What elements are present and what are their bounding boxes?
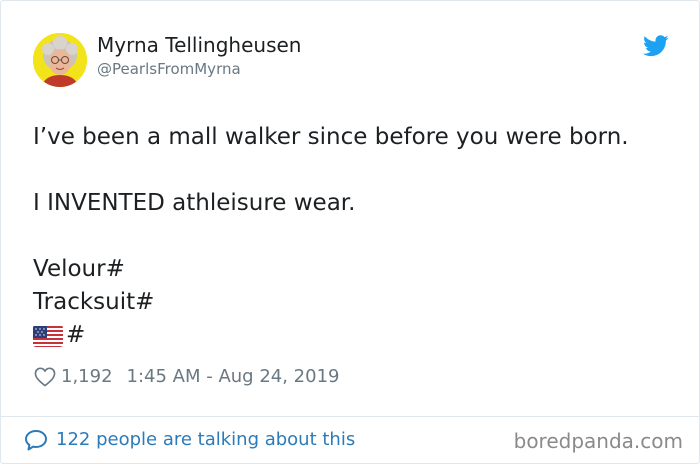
tweet-line: I’ve been a mall walker since before you… <box>33 124 629 150</box>
talking-link[interactable]: 122 people are talking about this <box>24 428 355 452</box>
handle[interactable]: @PearlsFromMyrna <box>97 59 241 79</box>
speech-bubble-icon <box>25 430 47 451</box>
us-flag-icon <box>33 325 63 347</box>
timestamp[interactable]: 1:45 AM - Aug 24, 2019 <box>127 365 340 389</box>
like-count[interactable]: 1,192 <box>61 365 113 389</box>
watermark: boredpanda.com <box>513 429 683 453</box>
heart-icon[interactable] <box>34 367 56 387</box>
divider <box>1 416 699 417</box>
talking-text: 122 people are talking about this <box>56 429 356 450</box>
hashtag[interactable]: # <box>66 319 85 352</box>
avatar[interactable] <box>33 33 87 87</box>
tweet-meta: 1,192 1:45 AM - Aug 24, 2019 <box>34 365 339 389</box>
tweet-card: Myrna Tellingheusen @PearlsFromMyrna I’v… <box>0 0 700 464</box>
twitter-bird-icon[interactable] <box>643 35 669 57</box>
tweet-text: I’ve been a mall walker since before you… <box>33 121 683 352</box>
tweet-line: Tracksuit# <box>33 289 155 315</box>
tweet-line: # <box>33 319 683 352</box>
tweet-line: Velour# <box>33 256 125 282</box>
tweet-line: I INVENTED athleisure wear. <box>33 190 356 216</box>
display-name[interactable]: Myrna Tellingheusen <box>97 33 301 57</box>
